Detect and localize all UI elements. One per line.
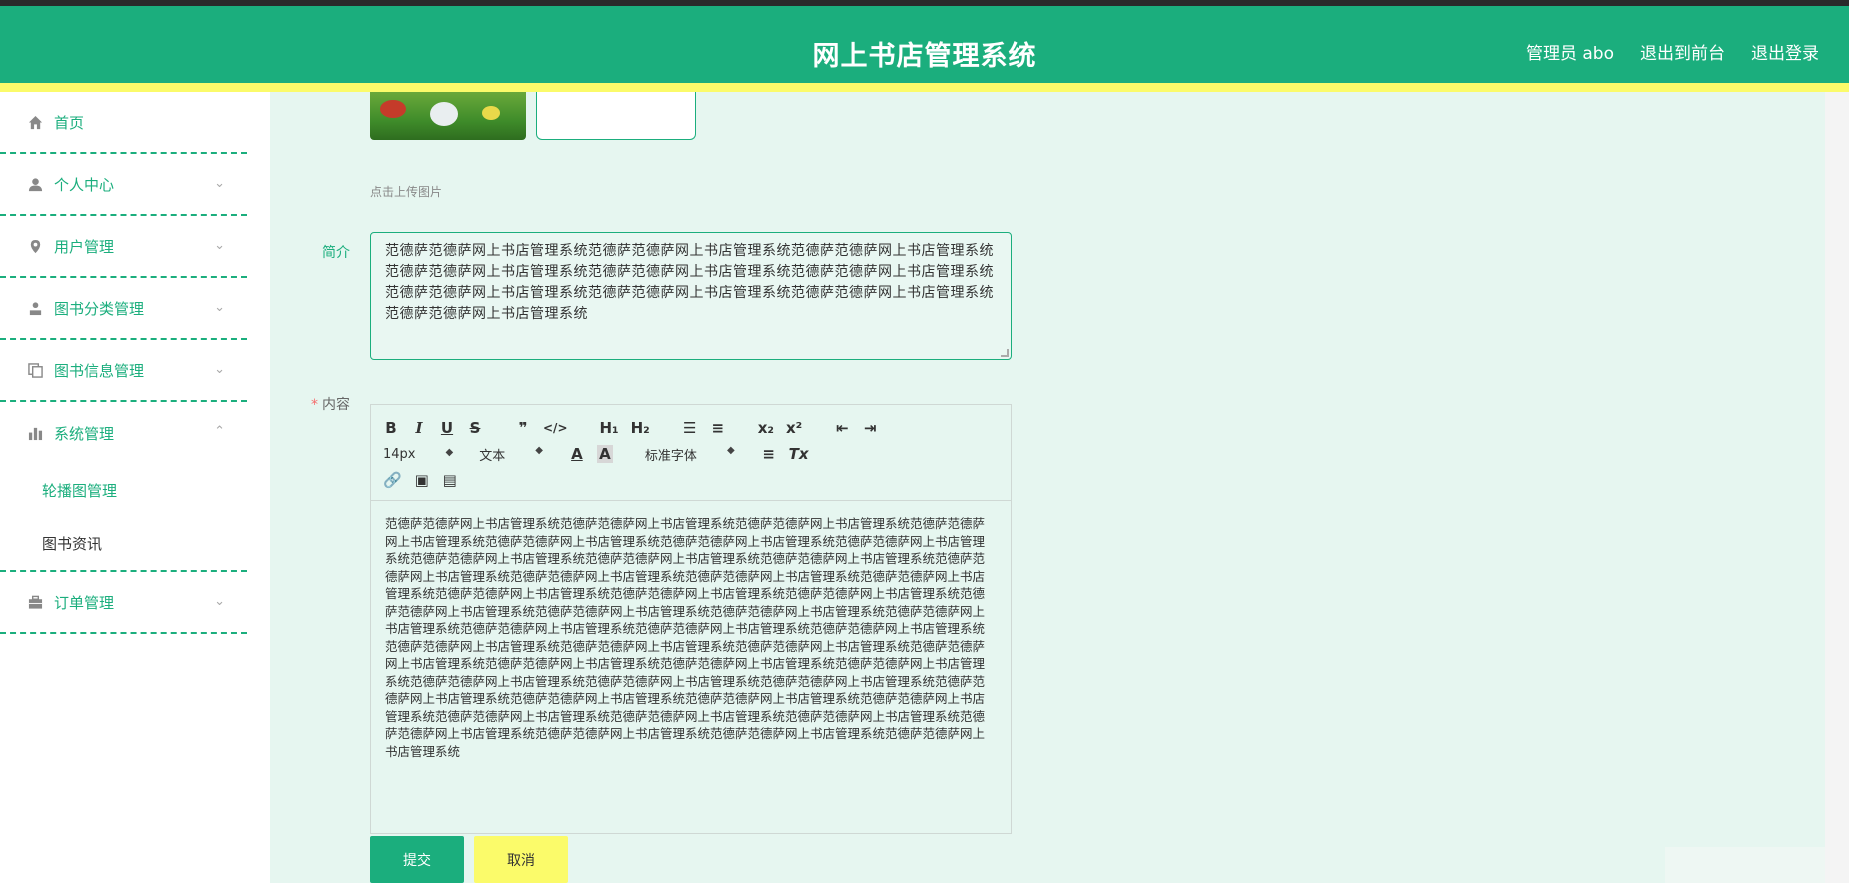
- chevron-up-icon: ⌃: [214, 424, 225, 439]
- sidebar-item-label: 图书分类管理: [54, 299, 145, 318]
- sidebar-item-book-category[interactable]: 图书分类管理 ⌄: [0, 278, 247, 340]
- required-marker: *: [311, 397, 318, 413]
- sidebar-item-label: 订单管理: [54, 593, 115, 612]
- header-stripe: [0, 83, 1849, 92]
- thumbnail-detail: [380, 100, 406, 118]
- editor-content-area[interactable]: 范德萨范德萨网上书店管理系统范德萨范德萨网上书店管理系统范德萨范德萨网上书店管理…: [371, 501, 1011, 833]
- image-icon[interactable]: ▣: [414, 471, 430, 489]
- superscript-icon[interactable]: x²: [786, 419, 802, 437]
- font-family-value: 标准字体: [644, 448, 697, 464]
- thumbnail-detail: [482, 106, 500, 120]
- bar-chart-icon: [26, 424, 44, 442]
- header-links: 管理员 abo 退出到前台 退出登录: [1526, 39, 1819, 64]
- background-color-icon[interactable]: A: [596, 445, 613, 463]
- intro-text: 范德萨范德萨网上书店管理系统范德萨范德萨网上书店管理系统范德萨范德萨网上书店管理…: [385, 243, 994, 322]
- app-header: 网上书店管理系统 管理员 abo 退出到前台 退出登录: [0, 6, 1849, 83]
- cancel-button[interactable]: 取消: [474, 836, 568, 883]
- person-icon: [26, 299, 44, 317]
- code-icon[interactable]: </>: [543, 421, 568, 435]
- align-icon[interactable]: ≡: [761, 445, 777, 463]
- sidebar-item-label: 用户管理: [54, 237, 115, 256]
- font-color-icon[interactable]: A: [569, 445, 585, 463]
- blockquote-icon[interactable]: ❞: [515, 419, 531, 437]
- rich-text-editor: B I U S ❞ </> H₁ H₂ ☰ ≡ x₂ x² ⇤ ⇥ 14px ◆…: [370, 404, 1012, 834]
- system-submenu: 轮播图管理 图书资讯: [0, 464, 247, 572]
- video-icon[interactable]: ▤: [442, 471, 458, 489]
- content-label: * 内容: [270, 394, 350, 414]
- main-content: 点击上传图片 简介 范德萨范德萨网上书店管理系统范德萨范德萨网上书店管理系统范德…: [270, 92, 1825, 883]
- intro-label: 简介: [322, 245, 350, 261]
- sidebar-item-personal-center[interactable]: 个人中心 ⌄: [0, 154, 247, 216]
- link-icon[interactable]: 🔗: [383, 471, 402, 489]
- underline-icon[interactable]: U: [439, 419, 455, 437]
- sidebar-item-label: 系统管理: [54, 424, 115, 443]
- toolbar-row: B I U S ❞ </> H₁ H₂ ☰ ≡ x₂ x² ⇤ ⇥: [383, 415, 999, 441]
- briefcase-icon: [26, 593, 44, 611]
- logout-link[interactable]: 退出登录: [1751, 39, 1819, 64]
- chevron-down-icon: ⌄: [214, 176, 225, 191]
- submenu-item-carousel[interactable]: 轮播图管理: [0, 464, 247, 517]
- toolbar-row: 14px ◆ 文本 ◆ A A 标准字体 ◆ ≡ Tx: [383, 441, 999, 467]
- sidebar-item-order-management[interactable]: 订单管理 ⌄: [0, 572, 247, 634]
- sidebar-item-book-info[interactable]: 图书信息管理 ⌄: [0, 340, 247, 402]
- chevron-down-icon: ⌄: [214, 362, 225, 377]
- heading1-icon[interactable]: H₁: [600, 419, 619, 437]
- chevron-down-icon: ⌄: [214, 594, 225, 609]
- ordered-list-icon[interactable]: ☰: [682, 419, 698, 437]
- sidebar-item-home[interactable]: 首页: [0, 92, 247, 154]
- font-family-select[interactable]: 标准字体 ◆: [645, 445, 735, 464]
- select-caret-icon: ◆: [445, 446, 454, 458]
- user-icon: [26, 175, 44, 193]
- italic-icon[interactable]: I: [411, 419, 427, 437]
- select-caret-icon: ◆: [535, 444, 543, 456]
- scrollbar-track[interactable]: [1825, 92, 1849, 883]
- sidebar: 首页 个人中心 ⌄ 用户管理 ⌄ 图书分类管理 ⌄ 图书信息管理 ⌄ 系统管理 …: [0, 92, 247, 883]
- image-upload-box[interactable]: [536, 92, 696, 140]
- home-icon: [26, 113, 44, 131]
- exit-to-frontend-link[interactable]: 退出到前台: [1640, 39, 1725, 64]
- bold-icon[interactable]: B: [383, 419, 399, 437]
- sidebar-item-system-management[interactable]: 系统管理 ⌃: [0, 402, 247, 464]
- strikethrough-icon[interactable]: S: [467, 419, 483, 437]
- content-label-text: 内容: [322, 397, 350, 413]
- copy-icon: [26, 361, 44, 379]
- chevron-down-icon: ⌄: [214, 238, 225, 253]
- text-type-select[interactable]: 文本 ◆: [479, 445, 543, 464]
- resize-handle[interactable]: [1001, 349, 1009, 357]
- font-size-value: 14px: [383, 446, 416, 462]
- location-icon: [26, 237, 44, 255]
- sidebar-item-user-management[interactable]: 用户管理 ⌄: [0, 216, 247, 278]
- chevron-down-icon: ⌄: [214, 300, 225, 315]
- submit-button[interactable]: 提交: [370, 836, 464, 883]
- intro-textarea[interactable]: 范德萨范德萨网上书店管理系统范德萨范德萨网上书店管理系统范德萨范德萨网上书店管理…: [370, 232, 1012, 360]
- outdent-icon[interactable]: ⇤: [834, 419, 850, 437]
- sidebar-item-label: 个人中心: [54, 175, 115, 194]
- corner-overlay: [1665, 847, 1825, 883]
- heading2-icon[interactable]: H₂: [631, 419, 650, 437]
- submenu-item-book-news[interactable]: 图书资讯: [0, 517, 247, 570]
- text-type-value: 文本: [479, 448, 506, 464]
- indent-icon[interactable]: ⇥: [862, 419, 878, 437]
- uploaded-image-thumbnail[interactable]: [370, 92, 526, 140]
- toolbar-row: 🔗 ▣ ▤: [383, 467, 999, 493]
- upload-hint: 点击上传图片: [370, 185, 443, 199]
- bullet-list-icon[interactable]: ≡: [710, 419, 726, 437]
- font-size-select[interactable]: 14px ◆: [383, 447, 453, 462]
- thumbnail-detail: [430, 102, 458, 126]
- subscript-icon[interactable]: x₂: [758, 419, 774, 437]
- sidebar-item-label: 首页: [54, 113, 85, 132]
- editor-toolbar: B I U S ❞ </> H₁ H₂ ☰ ≡ x₂ x² ⇤ ⇥ 14px ◆…: [371, 405, 1011, 501]
- clear-format-icon[interactable]: Tx: [789, 445, 809, 463]
- admin-user-link[interactable]: 管理员 abo: [1526, 39, 1614, 64]
- select-caret-icon: ◆: [726, 444, 735, 456]
- sidebar-item-label: 图书信息管理: [54, 361, 145, 380]
